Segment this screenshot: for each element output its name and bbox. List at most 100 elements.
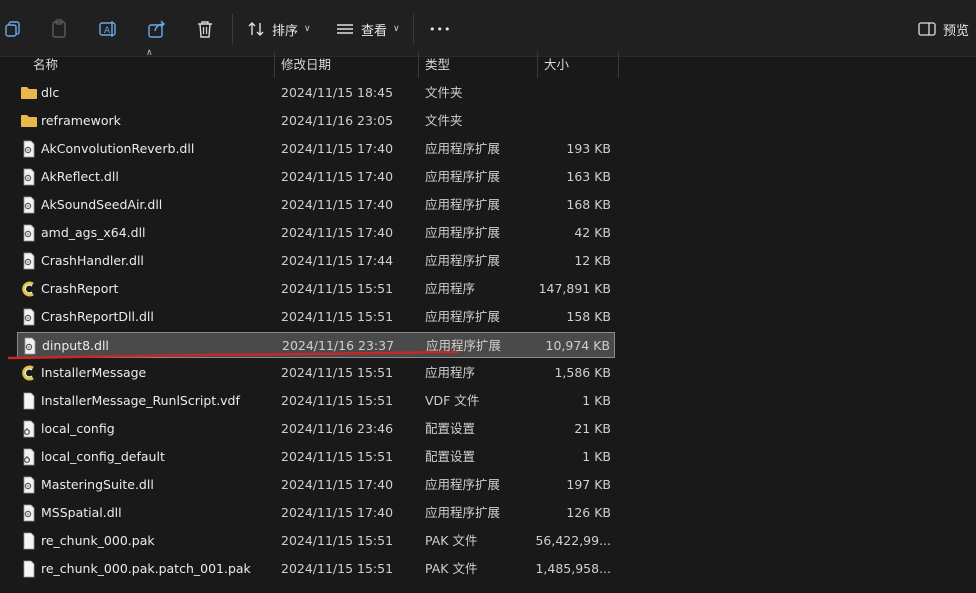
file-type: 应用程序扩展 — [425, 197, 501, 212]
config-icon — [20, 448, 38, 466]
file-name: MasteringSuite.dll — [41, 477, 154, 492]
column-headers: ∧ 名称 修改日期 类型 大小 — [0, 48, 976, 78]
file-name: amd_ags_x64.dll — [41, 225, 146, 240]
file-date: 2024/11/15 17:40 — [281, 505, 394, 520]
file-size: 163 KB — [566, 169, 611, 184]
file-size: 10,974 KB — [545, 338, 610, 353]
trash-icon — [198, 21, 212, 38]
file-size: 42 KB — [574, 225, 611, 240]
view-button[interactable]: 查看 ∨ — [336, 14, 400, 44]
file-name: re_chunk_000.pak — [41, 533, 155, 548]
file-type: 配置设置 — [425, 421, 476, 436]
file-date: 2024/11/15 15:51 — [281, 365, 394, 380]
file-row[interactable]: re_chunk_000.pak.patch_001.pak 2024/11/15… — [17, 556, 615, 582]
file-type: PAK 文件 — [425, 561, 478, 576]
preview-pane-icon — [918, 22, 936, 36]
file-date: 2024/11/15 17:40 — [281, 477, 394, 492]
file-row[interactable]: AkSoundSeedAir.dll 2024/11/15 17:40 应用程序扩展… — [17, 192, 615, 218]
column-divider[interactable] — [418, 52, 419, 78]
file-name: InstallerMessage — [41, 365, 147, 380]
file-size: 21 KB — [574, 421, 611, 436]
dll-icon — [20, 476, 38, 494]
column-header-size[interactable]: 大小 — [544, 50, 569, 78]
more-icon: ••• — [429, 22, 452, 36]
file-icon — [20, 392, 38, 410]
delete-button[interactable] — [196, 14, 214, 44]
chevron-down-icon: ∨ — [393, 24, 400, 34]
file-size: 56,422,99... — [535, 533, 611, 548]
file-name: local_config — [41, 421, 115, 436]
dll-icon — [20, 504, 38, 522]
sort-ascending-icon: ∧ — [146, 48, 153, 58]
column-divider[interactable] — [618, 52, 619, 78]
file-row[interactable]: InstallerMessage_RunlScript.vdf 2024/11/1… — [17, 388, 615, 414]
file-date: 2024/11/15 17:40 — [281, 225, 394, 240]
rename-icon: A — [99, 21, 116, 37]
file-size: 147,891 KB — [538, 281, 611, 296]
file-row[interactable]: local_config_default 2024/11/15 15:51 配置设置… — [17, 444, 615, 470]
file-name: local_config_default — [41, 449, 165, 464]
preview-label: 预览 — [943, 23, 970, 39]
file-row[interactable]: reframework 2024/11/16 23:05 文件夹 — [17, 108, 615, 134]
file-name: reframework — [41, 113, 121, 128]
file-icon — [20, 560, 38, 578]
file-size: 193 KB — [566, 141, 611, 156]
column-header-name[interactable]: 名称 — [33, 50, 58, 78]
config-icon — [20, 420, 38, 438]
dll-icon — [20, 252, 38, 270]
file-row[interactable]: CrashReport 2024/11/15 15:51 应用程序 147,891 K… — [17, 276, 615, 302]
preview-button[interactable]: 预览 — [918, 14, 969, 44]
file-date: 2024/11/15 15:51 — [281, 281, 394, 296]
file-row[interactable]: CrashHandler.dll 2024/11/15 17:44 应用程序扩展 12… — [17, 248, 615, 274]
paste-button[interactable] — [50, 14, 68, 44]
file-date: 2024/11/15 15:51 — [281, 561, 394, 576]
file-row[interactable]: re_chunk_000.pak 2024/11/15 15:51 PAK 文件 56… — [17, 528, 615, 554]
sort-icon — [248, 22, 264, 36]
file-row[interactable]: amd_ags_x64.dll 2024/11/15 17:40 应用程序扩展 42 … — [17, 220, 615, 246]
rename-button[interactable]: A — [98, 14, 118, 44]
file-size: 126 KB — [566, 505, 611, 520]
file-size: 1 KB — [582, 449, 611, 464]
file-date: 2024/11/15 15:51 — [281, 449, 394, 464]
file-type: PAK 文件 — [425, 533, 478, 548]
file-date: 2024/11/15 15:51 — [281, 309, 394, 324]
file-type: 应用程序扩展 — [425, 253, 501, 268]
file-row[interactable]: AkConvolutionReverb.dll 2024/11/15 17:40 应… — [17, 136, 615, 162]
app-icon — [20, 364, 38, 382]
file-row[interactable]: MasteringSuite.dll 2024/11/15 17:40 应用程序扩展… — [17, 472, 615, 498]
file-row[interactable]: AkReflect.dll 2024/11/15 17:40 应用程序扩展 163 K… — [17, 164, 615, 190]
file-row[interactable]: InstallerMessage 2024/11/15 15:51 应用程序 1,58… — [17, 360, 615, 386]
column-header-type[interactable]: 类型 — [425, 50, 450, 78]
file-size: 197 KB — [566, 477, 611, 492]
folder-icon — [20, 84, 38, 102]
column-header-date[interactable]: 修改日期 — [281, 50, 331, 78]
column-divider[interactable] — [537, 52, 538, 78]
file-type: 应用程序 — [425, 365, 476, 380]
file-date: 2024/11/15 15:51 — [281, 393, 394, 408]
file-row[interactable]: dlc 2024/11/15 18:45 文件夹 — [17, 80, 615, 106]
file-type: 应用程序扩展 — [425, 477, 501, 492]
file-name: CrashHandler.dll — [41, 253, 144, 268]
file-date: 2024/11/16 23:46 — [281, 421, 394, 436]
copy-button[interactable] — [4, 14, 22, 44]
dll-icon — [20, 168, 38, 186]
file-name: AkSoundSeedAir.dll — [41, 197, 163, 212]
file-date: 2024/11/15 18:45 — [281, 85, 394, 100]
file-type: 配置设置 — [425, 449, 476, 464]
file-size: 1,485,958... — [535, 561, 611, 576]
file-type: 应用程序扩展 — [425, 141, 501, 156]
share-button[interactable] — [147, 14, 167, 44]
file-row[interactable]: CrashReportDll.dll 2024/11/15 15:51 应用程序扩展… — [17, 304, 615, 330]
file-size: 1 KB — [582, 393, 611, 408]
file-row[interactable]: local_config 2024/11/16 23:46 配置设置 21 KB — [17, 416, 615, 442]
file-type: 应用程序扩展 — [425, 169, 501, 184]
share-icon — [148, 20, 165, 38]
annotation-underline — [8, 351, 458, 360]
more-options-button[interactable]: ••• — [429, 14, 451, 44]
file-type: 应用程序 — [425, 281, 476, 296]
file-row[interactable]: MSSpatial.dll 2024/11/15 17:40 应用程序扩展 126 K… — [17, 500, 615, 526]
file-type: VDF 文件 — [425, 393, 480, 408]
sort-button[interactable]: 排序 ∨ — [247, 14, 311, 44]
file-size: 1,586 KB — [554, 365, 611, 380]
column-divider[interactable] — [274, 52, 275, 78]
